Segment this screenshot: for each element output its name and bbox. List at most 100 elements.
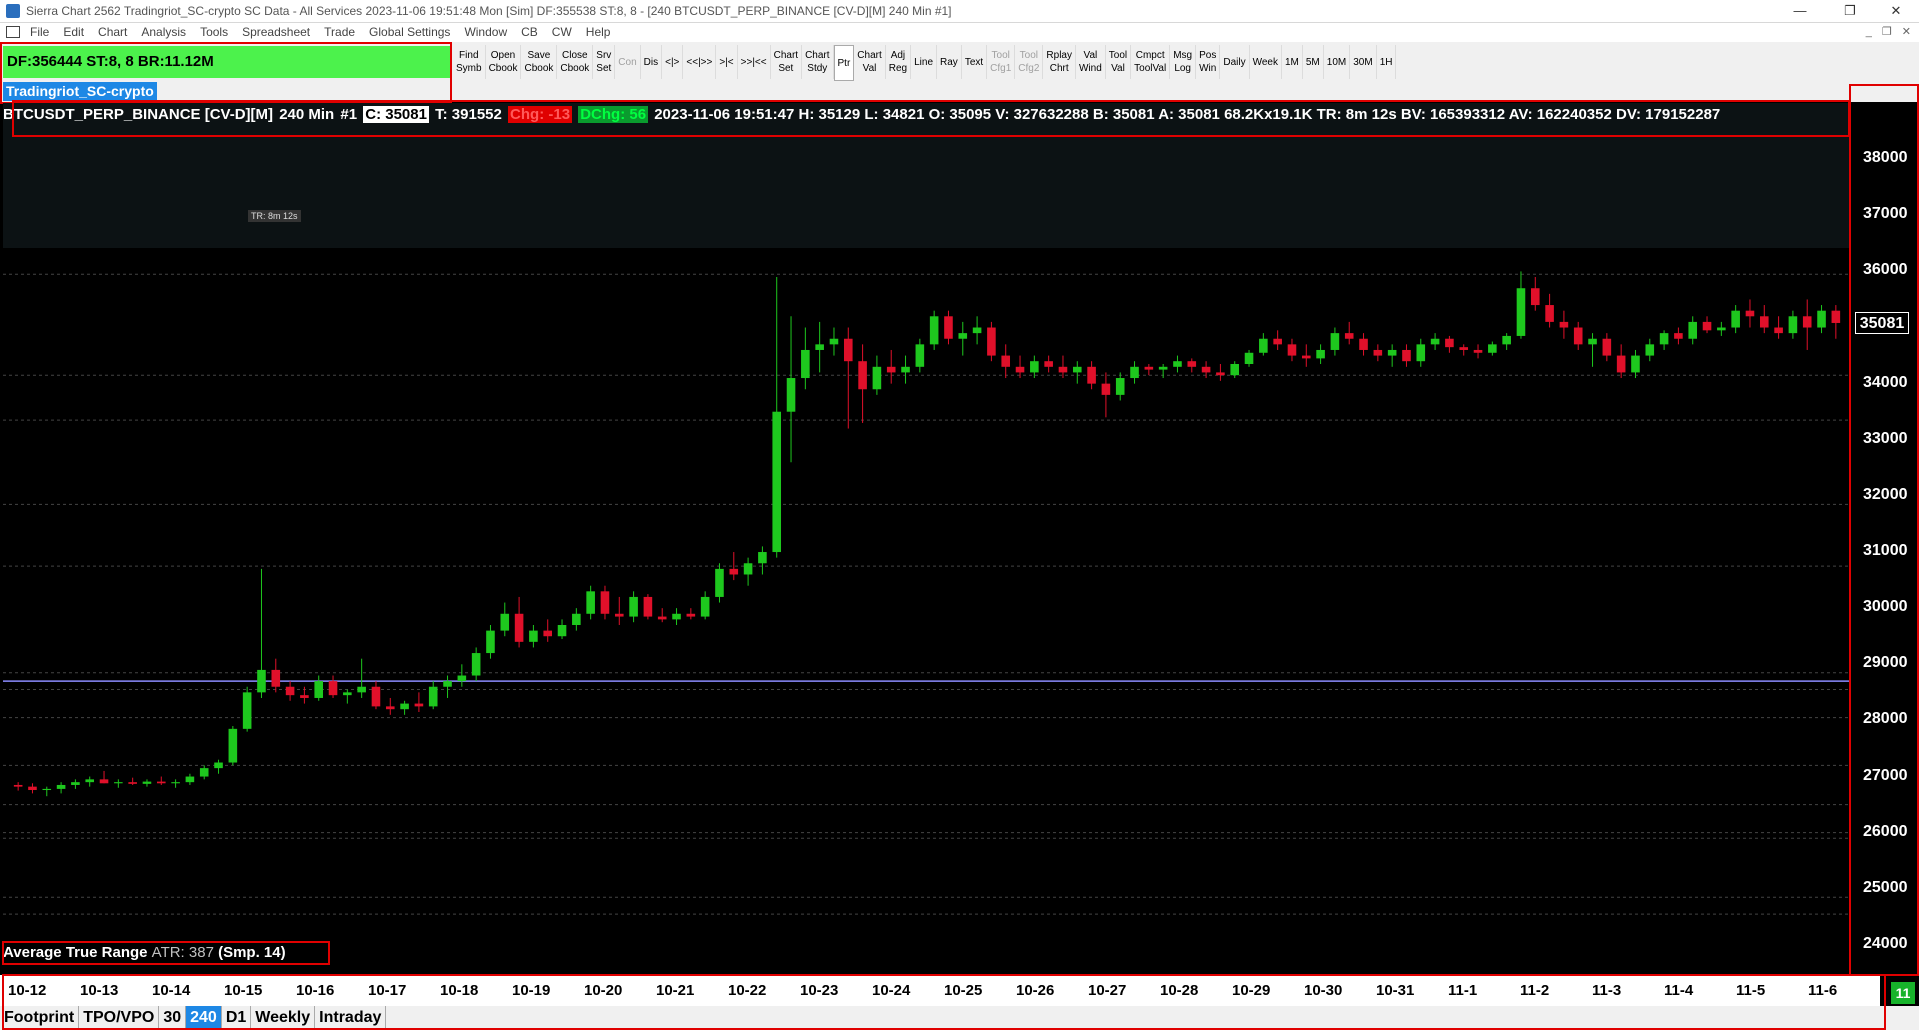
tab-240[interactable]: 240: [186, 1006, 222, 1030]
maximize-button[interactable]: ❐: [1830, 0, 1870, 22]
toolbar-button-tool-val[interactable]: Tool Val: [1106, 45, 1132, 79]
candle: [1659, 330, 1669, 350]
candle-body: [314, 681, 324, 698]
menu-item-trade[interactable]: Trade: [324, 25, 355, 39]
menu-item-chart[interactable]: Chart: [98, 25, 127, 39]
menu-item-edit[interactable]: Edit: [63, 25, 84, 39]
toolbar-button-chart-val[interactable]: Chart Val: [854, 45, 886, 79]
toolbar-button-30m[interactable]: 30M: [1350, 45, 1377, 79]
tab-30[interactable]: 30: [159, 1006, 187, 1030]
candle: [829, 327, 839, 356]
menu-item-tools[interactable]: Tools: [200, 25, 228, 39]
candle-body: [400, 703, 409, 710]
tab-intraday[interactable]: Intraday: [315, 1006, 387, 1030]
toolbar-button-val-wind[interactable]: Val Wind: [1076, 45, 1106, 79]
toolbar-button-save-cbook[interactable]: Save Cbook: [521, 45, 558, 79]
candle-body: [56, 784, 66, 789]
candle: [42, 786, 52, 797]
toolbar-button-[interactable]: <|>: [662, 45, 684, 79]
chartbook-tabs: Footprint TPO/VPO 30 240 D1 Weekly Intraday: [0, 1006, 1919, 1030]
toolbar-button-1m[interactable]: 1M: [1282, 45, 1303, 79]
menu-item-cb[interactable]: CB: [521, 25, 538, 39]
mdi-control-1[interactable]: ❐: [1882, 26, 1892, 38]
price-chart[interactable]: [3, 103, 1851, 973]
candle: [1387, 344, 1397, 367]
price-axis[interactable]: 38000 37000 36000 34000 33000 32000 31000 30000…: [1851, 103, 1919, 973]
tab-d1[interactable]: D1: [222, 1006, 252, 1030]
minimize-button[interactable]: —: [1780, 0, 1820, 22]
candle: [1745, 299, 1755, 328]
candle-body: [772, 411, 782, 553]
candle-body: [987, 327, 996, 356]
menu-item-window[interactable]: Window: [464, 25, 507, 39]
menu-item-spreadsheet[interactable]: Spreadsheet: [242, 25, 310, 39]
toolbar-button-[interactable]: >>|<<: [738, 45, 771, 79]
candle: [529, 625, 538, 648]
toolbar-button-line[interactable]: Line: [911, 45, 938, 79]
toolbar-button-ray[interactable]: Ray: [937, 45, 962, 79]
candle-body: [1445, 338, 1454, 348]
app-icon: [6, 4, 20, 18]
candle-body: [729, 568, 739, 575]
toolbar-button-pos-win[interactable]: Pos Win: [1196, 45, 1221, 79]
price-tick: 30000: [1863, 598, 1908, 616]
toolbar-button-10m[interactable]: 10M: [1324, 45, 1351, 79]
toolbar-button-daily[interactable]: Daily: [1220, 45, 1250, 79]
menu-item-help[interactable]: Help: [586, 25, 611, 39]
toolbar-button-open-cbook[interactable]: Open Cbook: [486, 45, 522, 79]
toolbar-button-close-cbook[interactable]: Close Cbook: [557, 45, 594, 79]
close-button[interactable]: ✕: [1876, 0, 1916, 22]
toolbar-button-tool-cfg1[interactable]: Tool Cfg1: [987, 45, 1016, 79]
candle-body: [199, 768, 209, 777]
toolbar-button-[interactable]: <<|>>: [683, 45, 717, 79]
candle-body: [114, 782, 123, 784]
candle: [71, 779, 80, 789]
menu-item-cw[interactable]: CW: [552, 25, 572, 39]
candle: [1430, 333, 1440, 350]
candle-body: [228, 728, 238, 763]
time-axis[interactable]: 10-12 10-13 10-14 10-15 10-16 10-17 10-18 10-19…: [0, 975, 1880, 1006]
toolbar-button-1h[interactable]: 1H: [1377, 45, 1397, 79]
candle: [156, 776, 166, 785]
price-tick: 31000: [1863, 542, 1908, 560]
toolbar-button-find-symb[interactable]: Find Symb: [453, 45, 486, 79]
menu-item-analysis[interactable]: Analysis: [141, 25, 186, 39]
toolbar-button-chart-stdy[interactable]: Chart Stdy: [802, 45, 834, 79]
candle-body: [543, 630, 553, 637]
toolbar-button-5m[interactable]: 5M: [1303, 45, 1324, 79]
toolbar-button-[interactable]: >|<: [716, 45, 738, 79]
toolbar-button-con[interactable]: Con: [615, 45, 641, 79]
mdi-control-2[interactable]: ✕: [1902, 26, 1911, 38]
candle-body: [1645, 344, 1655, 356]
candle: [572, 608, 581, 631]
chart-region[interactable]: BTCUSDT_PERP_BINANCE [CV-D][M] 240 Min #…: [3, 103, 1851, 973]
candle: [815, 321, 824, 373]
toolbar-button-ptr[interactable]: Ptr: [833, 45, 855, 81]
system-menu-icon[interactable]: [6, 26, 20, 38]
candle: [1645, 338, 1655, 362]
toolbar-button-tool-cfg2[interactable]: Tool Cfg2: [1015, 45, 1044, 79]
account-label[interactable]: Tradingriot_SC-crypto: [3, 82, 157, 101]
toolbar-button-cmpct-toolval[interactable]: Cmpct ToolVal: [1131, 45, 1171, 79]
menu-item-global-settings[interactable]: Global Settings: [369, 25, 450, 39]
toolbar-button-text[interactable]: Text: [962, 45, 988, 79]
toolbar-button-msg-log[interactable]: Msg Log: [1170, 45, 1197, 79]
tab-weekly[interactable]: Weekly: [251, 1006, 316, 1030]
toolbar-button-rplay-chrt[interactable]: Rplay Chrt: [1043, 45, 1076, 79]
toolbar-button-srv-set[interactable]: Srv Set: [593, 45, 616, 79]
toolbar-button-week[interactable]: Week: [1250, 45, 1282, 79]
candle: [1030, 355, 1039, 379]
toolbar-button-chart-set[interactable]: Chart Set: [771, 45, 803, 79]
mdi-control-0[interactable]: _: [1866, 26, 1872, 38]
candle: [686, 608, 696, 620]
menu-item-file[interactable]: File: [30, 25, 49, 39]
tab-tpo-vpo[interactable]: TPO/VPO: [79, 1006, 160, 1030]
candle-body: [1416, 344, 1426, 362]
date-tick: 10-21: [656, 982, 695, 999]
price-tick: 28000: [1863, 710, 1908, 728]
toolbar-button-dis[interactable]: Dis: [641, 45, 663, 79]
price-tick: 36000: [1863, 261, 1908, 279]
tab-footprint[interactable]: Footprint: [0, 1006, 80, 1030]
toolbar-button-adj-reg[interactable]: Adj Reg: [886, 45, 912, 79]
candle: [1788, 310, 1798, 339]
